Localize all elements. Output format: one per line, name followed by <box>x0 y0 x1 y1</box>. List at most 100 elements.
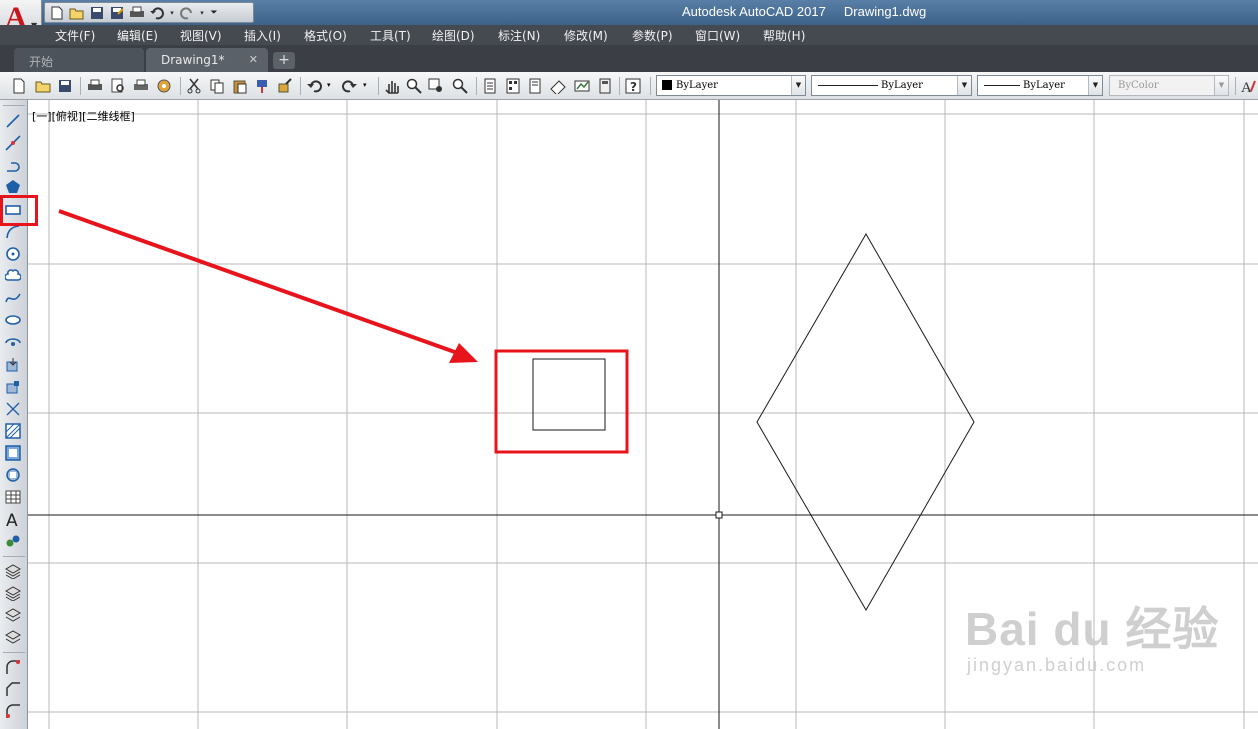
multiline-text-icon[interactable]: A <box>5 511 21 527</box>
fillet-icon[interactable] <box>5 659 21 675</box>
menu-modify[interactable]: 修改(M) <box>564 27 608 44</box>
menu-dimension[interactable]: 标注(N) <box>498 27 540 44</box>
menu-window[interactable]: 窗口(W) <box>695 27 740 44</box>
undo-dropdown-icon[interactable]: ▾ <box>327 81 343 97</box>
svg-text:A: A <box>1241 80 1252 94</box>
paste-icon[interactable] <box>232 78 248 94</box>
redo-icon[interactable] <box>178 5 196 21</box>
redo-icon[interactable] <box>342 78 358 94</box>
chamfer-icon[interactable] <box>5 681 21 697</box>
menu-format[interactable]: 格式(O) <box>304 27 347 44</box>
ucs-origin-grip[interactable] <box>715 511 723 519</box>
insert-block-icon[interactable] <box>5 357 21 373</box>
text-style-icon[interactable]: A <box>1240 78 1256 94</box>
hatch-icon[interactable] <box>5 423 21 439</box>
open-icon[interactable] <box>68 5 86 21</box>
region-icon[interactable] <box>5 467 21 483</box>
plot-icon[interactable] <box>128 5 146 21</box>
drawing-area[interactable]: [一][俯视][二维线框] Bai du 经验 jingyan.baidu.co… <box>28 100 1258 729</box>
lineweight-dropdown[interactable]: ByLayer ▼ <box>977 75 1103 96</box>
cut-icon[interactable] <box>186 78 202 94</box>
revision-cloud-icon[interactable] <box>5 268 21 284</box>
new-tab-button[interactable]: + <box>273 52 295 69</box>
publish-icon[interactable] <box>133 78 149 94</box>
line-icon[interactable] <box>5 113 21 129</box>
menu-parametric[interactable]: 参数(P) <box>632 27 673 44</box>
rectangle-tool-highlight <box>0 195 38 226</box>
open-icon[interactable] <box>35 78 51 94</box>
tool-palettes-icon[interactable] <box>527 78 543 94</box>
menu-draw[interactable]: 绘图(D) <box>432 27 475 44</box>
new-icon[interactable] <box>11 78 27 94</box>
tab-drawing1[interactable]: Drawing1* ✕ <box>146 48 268 72</box>
color-dropdown[interactable]: ByLayer ▼ <box>656 75 806 96</box>
arc-icon[interactable] <box>5 224 21 240</box>
ellipse-icon[interactable] <box>5 312 21 328</box>
undo-icon[interactable] <box>306 78 322 94</box>
watermark-url: jingyan.baidu.com <box>967 655 1147 675</box>
plot-icon[interactable] <box>87 78 103 94</box>
menu-tools[interactable]: 工具(T) <box>370 27 411 44</box>
ellipse-arc-icon[interactable] <box>5 334 21 350</box>
layer-properties-icon[interactable] <box>5 563 21 579</box>
blend-curves-icon[interactable] <box>5 703 21 719</box>
markup-set-manager-icon[interactable] <box>574 78 590 94</box>
customize-qat-icon[interactable]: ⏷ <box>208 5 220 21</box>
menu-view[interactable]: 视图(V) <box>180 27 222 44</box>
title-bar: ▾ ▾ ⏷ Autodesk AutoCAD 2017 Drawing1.dwg <box>0 0 1258 25</box>
match-properties-icon[interactable] <box>255 78 271 94</box>
copy-icon[interactable] <box>209 78 225 94</box>
save-icon[interactable] <box>57 78 73 94</box>
linetype-preview <box>818 85 878 86</box>
rhombus-shape[interactable] <box>756 232 975 612</box>
sheet-set-manager-icon[interactable] <box>550 78 566 94</box>
polyline-icon[interactable] <box>5 157 21 173</box>
spline-icon[interactable] <box>5 290 21 306</box>
plot-preview-icon[interactable] <box>110 78 126 94</box>
quickcalc-icon[interactable] <box>597 78 613 94</box>
drawn-rectangle[interactable] <box>532 358 606 431</box>
gradient-icon[interactable] <box>5 445 21 461</box>
menu-help[interactable]: 帮助(H) <box>763 27 805 44</box>
new-icon[interactable] <box>48 5 66 21</box>
polygon-icon[interactable] <box>5 179 21 195</box>
toolbar-separator <box>3 556 25 557</box>
tab-start[interactable]: 开始 <box>14 48 144 72</box>
design-center-icon[interactable] <box>156 78 172 94</box>
add-selected-icon[interactable] <box>5 533 21 549</box>
menu-edit[interactable]: 编辑(E) <box>117 27 158 44</box>
pan-icon[interactable] <box>384 78 400 94</box>
linetype-dropdown[interactable]: ByLayer ▼ <box>811 75 972 96</box>
menu-file[interactable]: 文件(F) <box>55 27 95 44</box>
color-swatch <box>662 80 672 90</box>
help-icon[interactable]: ? <box>625 78 641 94</box>
table-icon[interactable] <box>5 489 21 505</box>
design-center-palette-icon[interactable] <box>505 78 521 94</box>
make-block-icon[interactable] <box>5 379 21 395</box>
properties-icon[interactable] <box>482 78 498 94</box>
quick-access-toolbar: ▾ ▾ ⏷ <box>44 2 254 23</box>
standard-toolbar: ▾ ▾ ? ByLayer ▼ ByLayer ▼ ByLayer ▼ ByCo… <box>0 72 1258 100</box>
construction-line-icon[interactable] <box>5 135 21 151</box>
redo-dropdown-icon[interactable]: ▾ <box>198 5 206 21</box>
save-icon[interactable] <box>88 5 106 21</box>
layer-previous-icon[interactable] <box>5 607 21 623</box>
undo-dropdown-icon[interactable]: ▾ <box>168 5 176 21</box>
plot-style-dropdown[interactable]: ByColor ▼ <box>1109 75 1229 96</box>
chevron-down-icon: ▼ <box>1214 76 1228 95</box>
layer-isolate-icon[interactable] <box>5 629 21 645</box>
redo-dropdown-icon[interactable]: ▾ <box>363 81 379 97</box>
zoom-previous-icon[interactable] <box>452 78 468 94</box>
zoom-window-icon[interactable] <box>428 78 444 94</box>
point-icon[interactable] <box>5 401 21 417</box>
circle-icon[interactable] <box>5 246 21 262</box>
layer-state-icon[interactable] <box>5 585 21 601</box>
lineweight-value: ByLayer <box>1023 80 1065 91</box>
viewport-controls[interactable]: [一][俯视][二维线框] <box>32 108 135 124</box>
zoom-realtime-icon[interactable] <box>406 78 422 94</box>
undo-icon[interactable] <box>148 5 166 21</box>
close-icon[interactable]: ✕ <box>249 53 258 66</box>
block-editor-icon[interactable] <box>277 78 293 94</box>
menu-insert[interactable]: 插入(I) <box>244 27 281 44</box>
save-as-icon[interactable] <box>108 5 126 21</box>
